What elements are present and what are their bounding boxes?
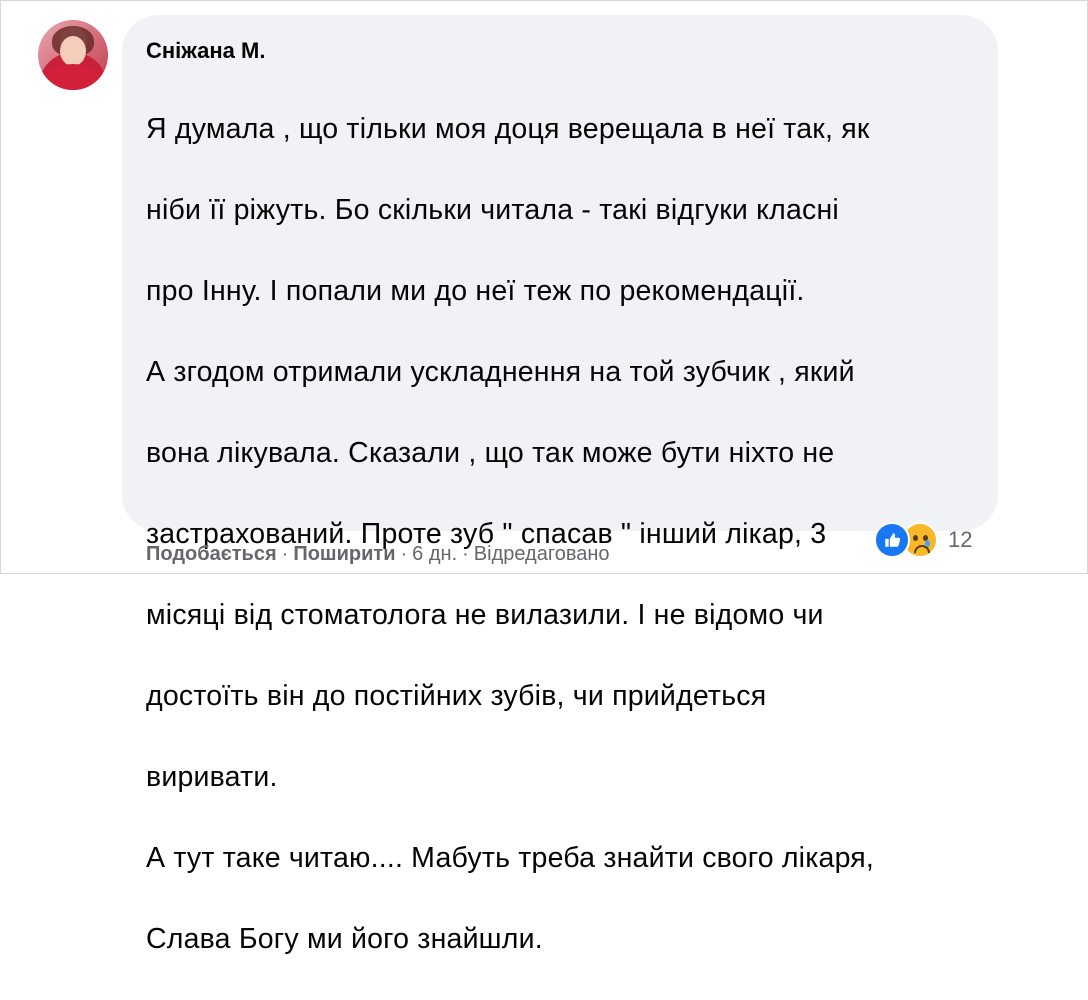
like-action-link[interactable]: Подобається [146, 543, 277, 566]
separator: · [281, 543, 289, 565]
comment-line: місяці від стоматолога не вилазили. І не… [146, 598, 824, 631]
avatar[interactable] [38, 20, 108, 90]
comment-line: Слава Богу ми його знайшли. [146, 922, 543, 955]
comment-line: А тут таке читаю.... Мабуть треба знайти… [146, 841, 875, 874]
avatar-face [60, 36, 86, 66]
comment-text: Я думала , що тільки моя доця верещала в… [146, 68, 986, 1000]
comment-line: достоїть він до постійних зубів, чи прий… [146, 679, 767, 712]
comment-line: про Інну. І попали ми до неї теж по реко… [146, 274, 805, 307]
comment-line: ніби її ріжуть. Бо скільки читала - такі… [146, 193, 839, 226]
like-icon [874, 522, 910, 558]
edited-label[interactable]: Відредаговано [474, 543, 610, 566]
timestamp-link[interactable]: 6 дн. [412, 543, 457, 566]
comment-line: вона лікувала. Сказали , що так може бут… [146, 436, 835, 469]
comment-author[interactable]: Сніжана М. [146, 38, 265, 64]
comment-actions: Подобається · Поширити · 6 дн. · Відреда… [146, 543, 610, 566]
separator: · [462, 543, 469, 565]
comment-line: виривати. [146, 760, 278, 793]
reactions-summary[interactable]: 12 [874, 520, 994, 560]
share-action-link[interactable]: Поширити [293, 543, 395, 566]
comment-line: Я думала , що тільки моя доця верещала в… [146, 112, 870, 145]
separator: · [400, 543, 408, 565]
reaction-count: 12 [948, 527, 973, 552]
comment-line: А згодом отримали ускладнення на той зуб… [146, 355, 855, 388]
avatar-body [44, 64, 102, 90]
